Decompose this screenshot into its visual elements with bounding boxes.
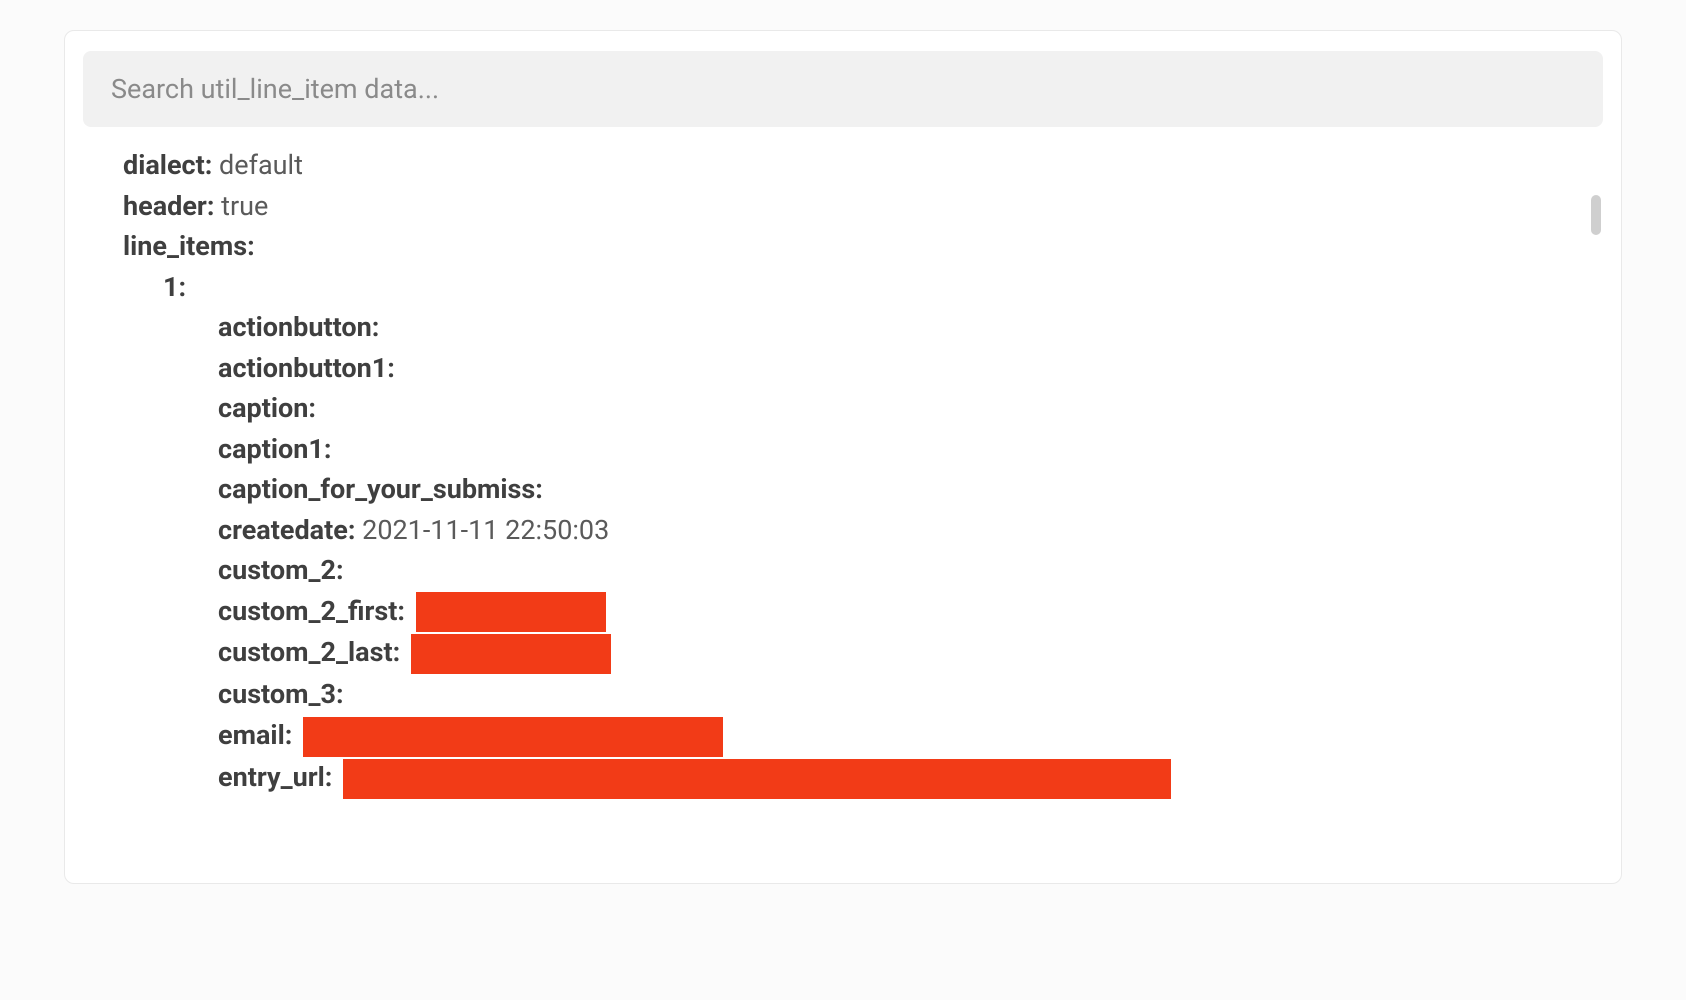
kv-custom-2-last: custom_2_last:: [123, 632, 1603, 674]
kv-label: actionbutton1:: [218, 352, 395, 384]
kv-label: caption:: [218, 392, 316, 424]
kv-custom-3: custom_3:: [123, 674, 1603, 715]
data-inspector-panel: dialect: default header: true line_items…: [64, 30, 1622, 884]
kv-entry-url: entry_url:: [123, 757, 1603, 799]
kv-caption-for-your-submiss: caption_for_your_submiss:: [123, 469, 1603, 510]
kv-value: default: [219, 149, 303, 181]
kv-custom-2-first: custom_2_first:: [123, 591, 1603, 633]
kv-label: entry_url:: [218, 761, 332, 793]
kv-createdate: createdate: 2021-11-11 22:50:03: [123, 510, 1603, 551]
kv-label: actionbutton:: [218, 311, 379, 343]
kv-label: line_items:: [123, 230, 255, 262]
kv-header: header: true: [123, 186, 1603, 227]
kv-caption: caption:: [123, 388, 1603, 429]
kv-line-items: line_items:: [123, 226, 1603, 267]
kv-value: 2021-11-11 22:50:03: [362, 514, 609, 546]
kv-label: custom_2_last:: [218, 636, 400, 668]
kv-custom-2: custom_2:: [123, 550, 1603, 591]
kv-dialect: dialect: default: [123, 145, 1603, 186]
kv-label: dialect:: [123, 149, 212, 181]
kv-caption1: caption1:: [123, 429, 1603, 470]
redacted-value: [411, 634, 611, 674]
kv-label: header:: [123, 190, 214, 222]
kv-label: caption1:: [218, 433, 331, 465]
kv-value: true: [221, 190, 268, 222]
kv-label: custom_2_first:: [218, 595, 405, 627]
kv-label: custom_3:: [218, 678, 344, 710]
kv-label: caption_for_your_submiss:: [218, 473, 543, 505]
search-input[interactable]: [83, 51, 1603, 127]
kv-actionbutton1: actionbutton1:: [123, 348, 1603, 389]
kv-email: email:: [123, 715, 1603, 757]
redacted-value: [343, 759, 1171, 799]
item-index: 1:: [123, 267, 1603, 308]
redacted-value: [303, 717, 723, 757]
kv-label: createdate:: [218, 514, 355, 546]
kv-label: email:: [218, 719, 292, 751]
kv-label: 1:: [163, 271, 186, 303]
redacted-value: [416, 592, 606, 632]
tree-content: dialect: default header: true line_items…: [123, 145, 1603, 799]
tree-viewport[interactable]: dialect: default header: true line_items…: [83, 145, 1603, 865]
kv-label: custom_2:: [218, 554, 344, 586]
kv-actionbutton: actionbutton:: [123, 307, 1603, 348]
